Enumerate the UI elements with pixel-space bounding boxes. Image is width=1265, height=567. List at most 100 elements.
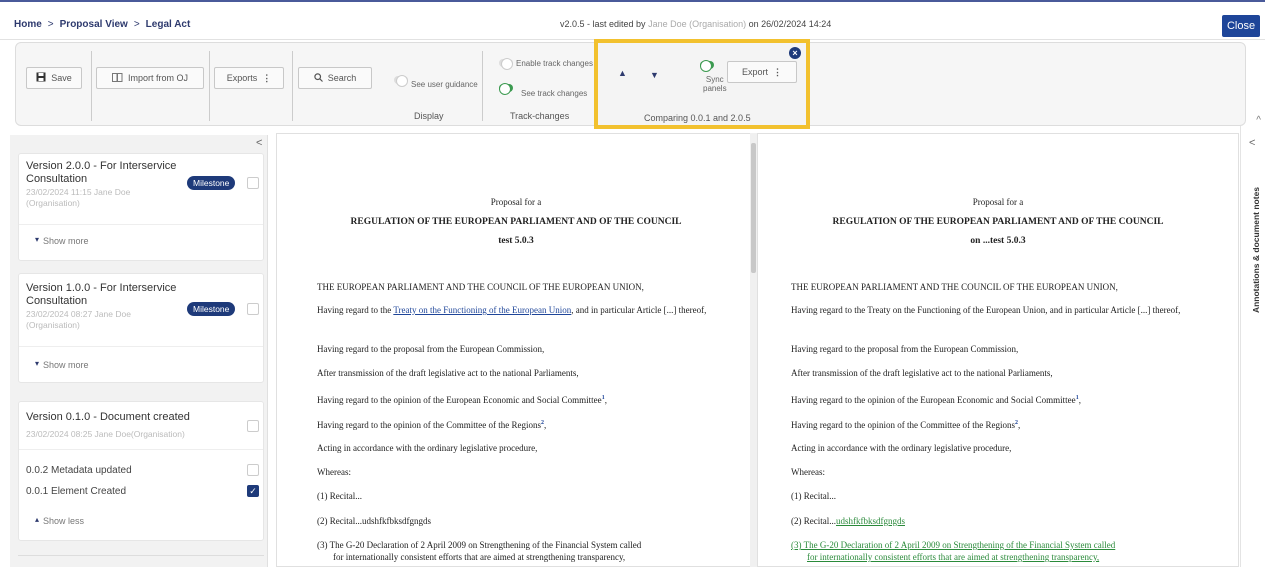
collapse-sidebar-icon[interactable]: < [256, 137, 262, 149]
sync-panels-toggle[interactable] [700, 60, 714, 72]
doc-subtitle: test 5.0.3 [498, 236, 534, 246]
enable-track-changes-toggle[interactable] [499, 58, 513, 70]
exports-button[interactable]: Exports ⋮ [214, 67, 284, 89]
doc-text: , and in particular Article [...] thereo… [571, 305, 707, 315]
toolbar-divider [292, 51, 293, 121]
expand-annotations-icon[interactable]: < [1249, 137, 1255, 149]
treaty-link[interactable]: Treaty on the Functioning of the Europea… [393, 305, 571, 315]
doc-text: (2) Recital... [791, 516, 836, 526]
version-suffix: on 26/02/2024 14:24 [748, 19, 832, 29]
search-button[interactable]: Search [298, 67, 372, 89]
doc-recital: (1) Recital... [317, 491, 362, 501]
toolbar-divider [482, 51, 483, 121]
version-prefix: v2.0.5 - last edited by [560, 19, 646, 29]
doc-paragraph: Having regard to the proposal from the E… [317, 344, 545, 354]
export-label: Export [741, 67, 768, 77]
breadcrumb-separator: > [133, 19, 140, 30]
kebab-menu-icon: ⋮ [262, 72, 272, 83]
doc-whereas: Whereas: [791, 467, 825, 477]
sub-version-checkbox[interactable] [247, 464, 259, 476]
show-less-link[interactable]: Show less [43, 516, 84, 526]
book-icon [111, 72, 123, 84]
footnote-ref[interactable]: 1 [1076, 395, 1079, 401]
close-button[interactable]: Close [1222, 15, 1260, 37]
kebab-menu-icon: ⋮ [773, 66, 782, 77]
doc-text: Having regard to the opinion of the Euro… [791, 395, 1076, 405]
collapse-toolbar-icon[interactable]: ^ [1256, 115, 1261, 126]
version-info: v2.0.5 - last edited by Jane Doe (Organi… [560, 19, 831, 29]
doc-recital-cont: for internationally consistent efforts t… [333, 552, 626, 562]
sidebar-divider [18, 555, 264, 556]
milestone-badge: Milestone [187, 176, 236, 190]
version-checkbox[interactable] [247, 420, 259, 432]
breadcrumb: Home > Proposal View > Legal Act [14, 19, 190, 30]
see-track-changes-label: See track changes [521, 89, 588, 98]
versions-sidebar: < Version 2.0.0 - For Interservice Consu… [10, 135, 268, 567]
version-checkbox[interactable] [247, 303, 259, 315]
doc-recital: (2) Recital...udshfkfbksdfgngds [791, 516, 1201, 527]
version-author: Jane Doe (Organisation) [648, 19, 747, 29]
doc-text: Having regard to the opinion of the Euro… [317, 395, 602, 405]
breadcrumb-proposal-view[interactable]: Proposal View [60, 19, 128, 30]
user-guidance-toggle[interactable] [394, 75, 408, 87]
see-track-changes-toggle[interactable] [499, 83, 513, 95]
track-changes-group-label: Track-changes [510, 111, 570, 121]
top-bar: Home > Proposal View > Legal Act v2.0.5 - la… [0, 0, 1265, 40]
close-compare-icon[interactable]: × [789, 47, 801, 59]
doc-subtitle: on ...test 5.0.3 [970, 236, 1026, 246]
annotations-tab-label: Annotations & document notes [1251, 186, 1261, 314]
doc-whereas: Whereas: [317, 467, 351, 477]
import-label: Import from OJ [127, 73, 188, 83]
export-button[interactable]: Export ⋮ [727, 61, 797, 83]
toolbar-divider [209, 51, 210, 121]
footnote-ref[interactable]: 2 [541, 420, 544, 426]
save-label: Save [51, 73, 72, 83]
exports-label: Exports [226, 73, 258, 83]
doc-proposal-for: Proposal for a [972, 197, 1024, 207]
doc-preamble: THE EUROPEAN PARLIAMENT AND THE COUNCIL … [317, 282, 644, 292]
sync-panels-label: Sync panels [703, 75, 727, 93]
footnote-ref[interactable]: 2 [1015, 420, 1018, 426]
enable-track-changes-label: Enable track changes [516, 59, 593, 68]
next-change-icon[interactable]: ▼ [650, 70, 659, 80]
comparing-label: Comparing 0.0.1 and 2.0.5 [644, 113, 751, 123]
toolbar-divider [91, 51, 92, 121]
annotations-tab[interactable]: Annotations & document notes [1251, 175, 1261, 325]
left-document-panel[interactable]: Proposal for a REGULATION OF THE EUROPEA… [276, 133, 756, 567]
version-title: Version 1.0.0 - For Interservice Consult… [26, 282, 177, 307]
doc-recital: (1) Recital... [791, 491, 836, 501]
sub-version-checkbox-checked[interactable]: ✓ [247, 485, 259, 497]
import-from-oj-button[interactable]: Import from OJ [96, 67, 204, 89]
show-more-link[interactable]: Show more [43, 360, 89, 370]
right-document-panel[interactable]: Proposal for a REGULATION OF THE EUROPEA… [757, 133, 1239, 567]
search-icon [314, 72, 323, 84]
doc-preamble: THE EUROPEAN PARLIAMENT AND THE COUNCIL … [791, 282, 1118, 292]
show-more-link[interactable]: Show more [43, 236, 89, 246]
card-divider [19, 449, 263, 450]
sub-version-item: 0.0.2 Metadata updated [26, 465, 132, 476]
scrollbar-thumb[interactable] [751, 143, 756, 273]
added-text: udshfkfbksdfgngds [835, 516, 905, 526]
version-title: Version 0.1.0 - Document created [26, 411, 190, 423]
version-meta: 23/02/2024 11:15 Jane Doe (Organisation) [26, 187, 131, 208]
doc-title: REGULATION OF THE EUROPEAN PARLIAMENT AN… [350, 217, 682, 227]
doc-recital: (2) Recital...udshfkfbksdfgngds [317, 516, 431, 526]
breadcrumb-home[interactable]: Home [14, 19, 42, 30]
toolbar: Save Import from OJ Exports ⋮ Search See… [15, 39, 1261, 129]
doc-paragraph: Having regard to the Treaty on the Funct… [791, 305, 1181, 315]
save-button[interactable]: Save [26, 67, 82, 89]
footnote-ref[interactable]: 1 [602, 395, 605, 401]
chevron-up-icon: ▴ [35, 515, 40, 524]
doc-proposal-for: Proposal for a [490, 197, 542, 207]
doc-text: Having regard to the [317, 305, 394, 315]
sync-panels-line2: panels [703, 84, 727, 93]
breadcrumb-legal-act: Legal Act [145, 19, 191, 30]
version-checkbox[interactable] [247, 177, 259, 189]
user-guidance-label: See user guidance [411, 80, 478, 89]
card-divider [19, 224, 263, 225]
previous-change-icon[interactable]: ▲ [618, 68, 627, 78]
search-label: Search [327, 73, 357, 83]
doc-recital-added-cont: for internationally consistent efforts t… [807, 552, 1100, 562]
doc-paragraph: Having regard to the opinion of the Comm… [791, 420, 1021, 430]
doc-paragraph: Having regard to the opinion of the Euro… [317, 395, 607, 405]
